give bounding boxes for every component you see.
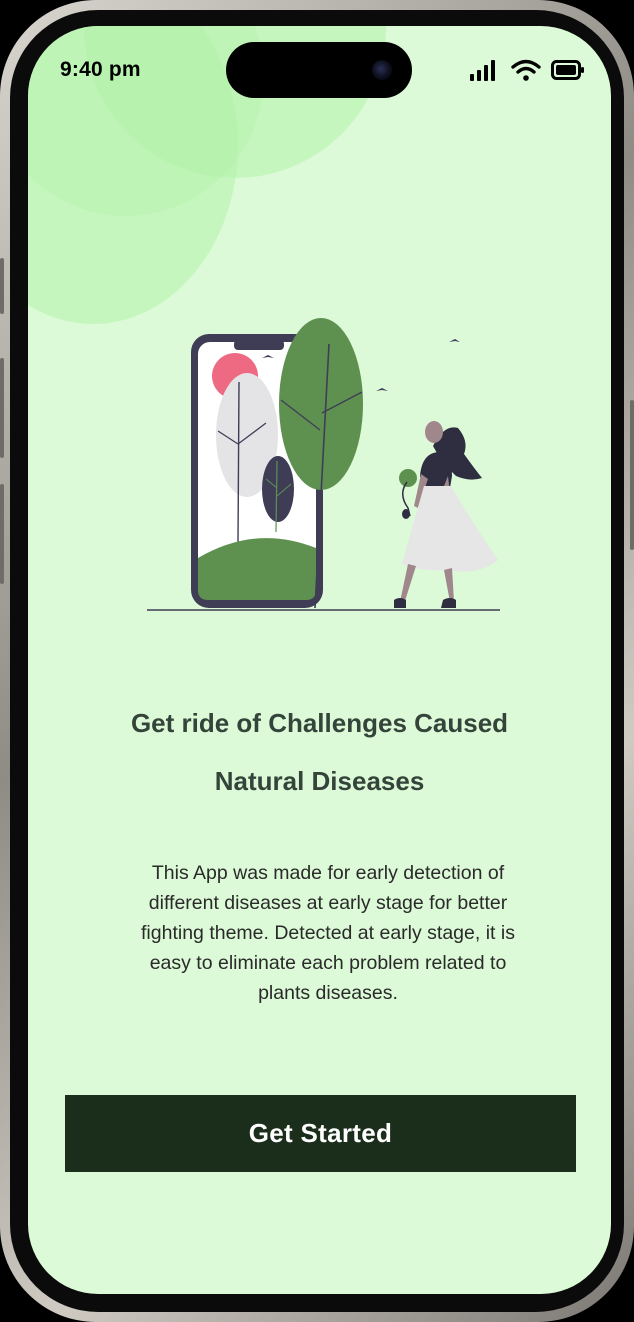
status-time: 9:40 pm	[60, 58, 141, 81]
power-button	[630, 400, 634, 550]
headline-line-1: Get ride of Challenges Caused	[130, 708, 509, 738]
volume-down-button	[0, 484, 4, 584]
headline-line-2: Natural Diseases	[214, 766, 425, 796]
cellular-signal-icon	[470, 60, 495, 81]
front-camera-icon	[372, 60, 392, 80]
app-description: This App was made for early detection of…	[141, 862, 515, 1004]
volume-up-button	[0, 358, 4, 458]
app-screen: 9:40 pm Get ride of Challenges Caused Na…	[28, 26, 611, 1294]
battery-icon	[551, 60, 584, 80]
get-started-button[interactable]: Get Started	[65, 1095, 576, 1172]
status-icons	[469, 58, 585, 82]
plant-phone-illustration	[147, 318, 500, 611]
wifi-icon	[511, 59, 541, 81]
dynamic-island	[226, 42, 412, 98]
action-button	[0, 258, 4, 314]
